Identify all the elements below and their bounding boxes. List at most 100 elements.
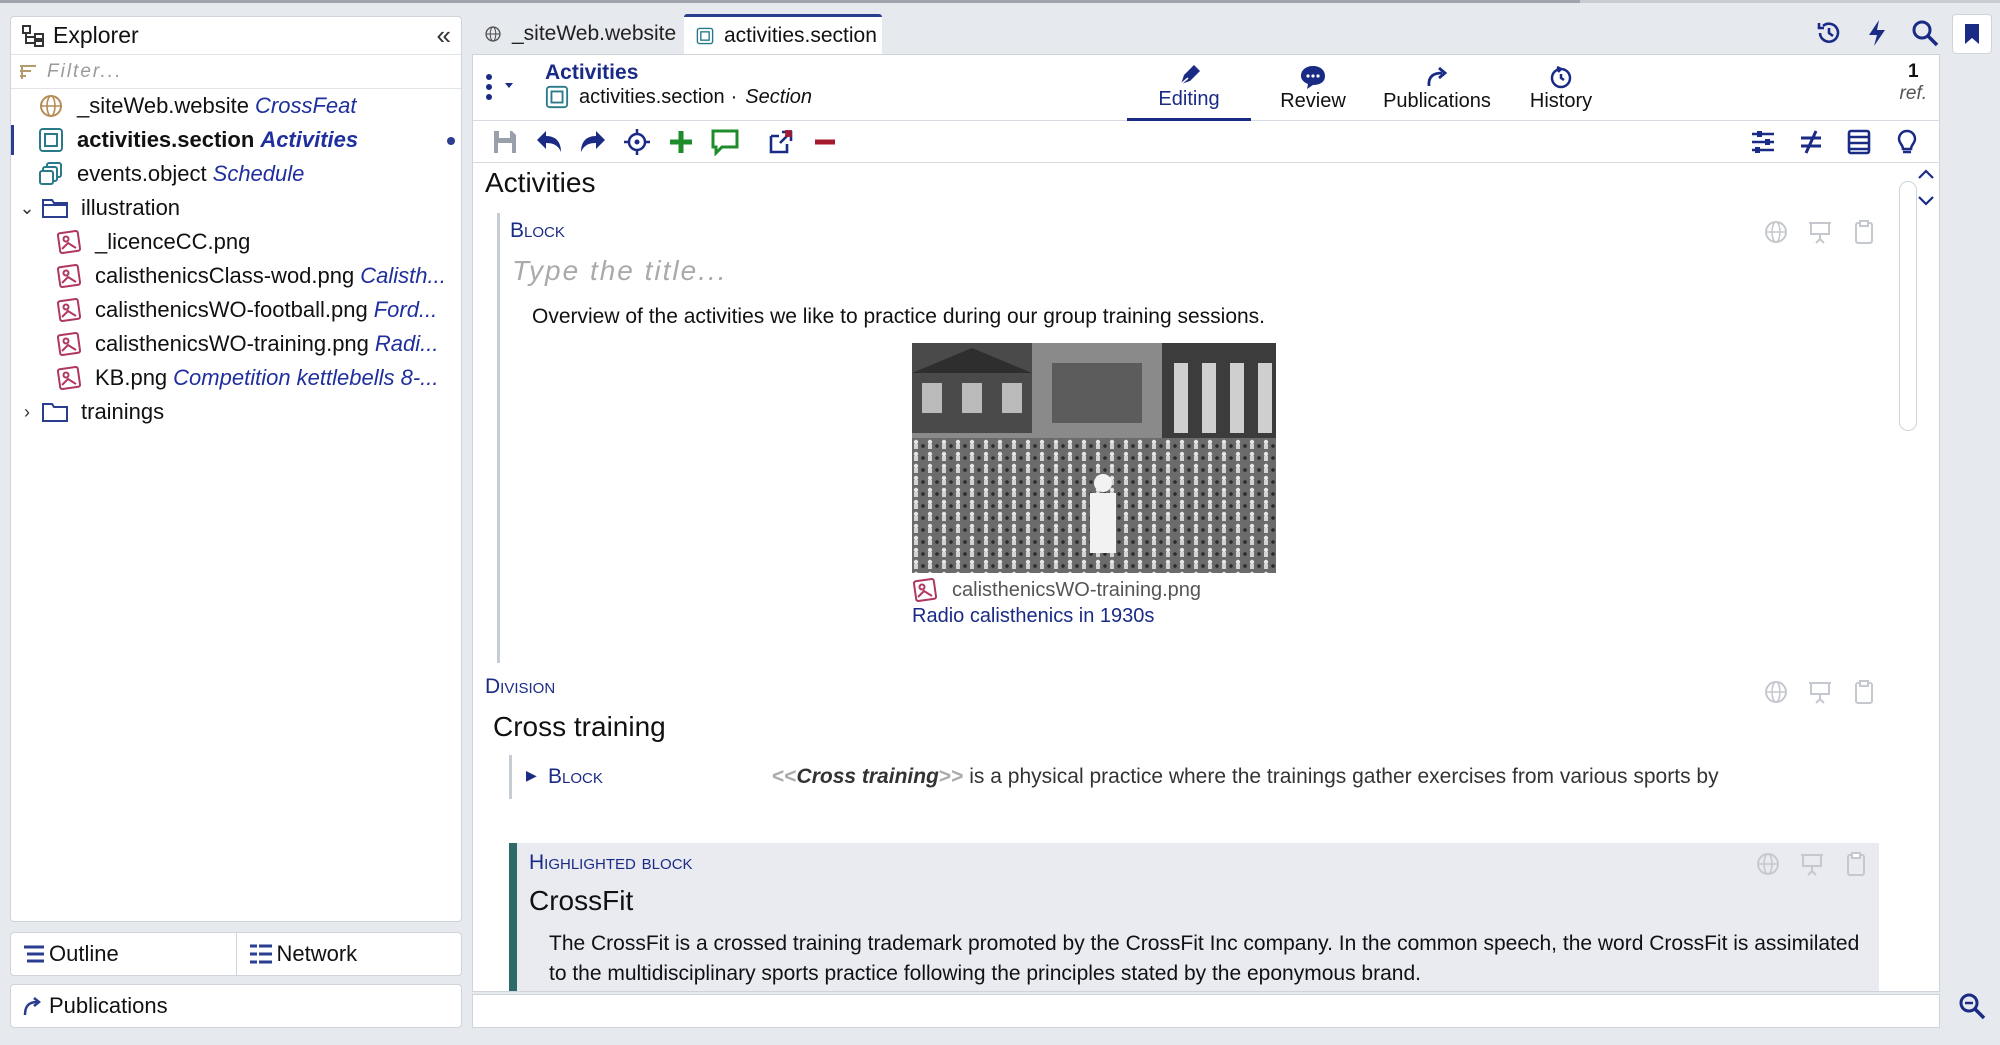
highlighted-title[interactable]: CrossFit — [529, 885, 633, 917]
overview-paragraph[interactable]: Overview of the activities we like to pr… — [532, 305, 1265, 329]
block[interactable]: Block Type the title... Overview of the … — [497, 213, 1877, 663]
clipboard-icon[interactable] — [1851, 219, 1877, 250]
tree-item-events[interactable]: events.object Schedule — [11, 157, 461, 191]
bookmark-button[interactable] — [1952, 14, 1992, 54]
explorer-tree-icon — [21, 23, 47, 49]
term-open-mark: << — [772, 765, 797, 788]
settings-sliders-icon[interactable] — [1741, 124, 1785, 160]
tree-item-sub: Radi... — [374, 331, 439, 356]
save-button[interactable] — [483, 124, 527, 160]
tab-activities[interactable]: activities.section — [684, 14, 882, 54]
globe-icon[interactable] — [1755, 851, 1781, 882]
references-counter[interactable]: 1 ref. — [1900, 61, 1927, 105]
tab-publications-label: Publications — [1383, 89, 1491, 112]
filter-input[interactable] — [45, 59, 445, 84]
highlighted-block[interactable]: Highlighted block CrossFit The CrossFit … — [509, 843, 1879, 991]
tree-item-licence[interactable]: _licenceCC.png — [11, 225, 461, 259]
chevron-down-icon[interactable] — [1916, 193, 1936, 214]
figure[interactable]: calisthenicsWO-training.png Radio calist… — [912, 343, 1276, 628]
content-title[interactable]: Activities — [485, 167, 595, 199]
undo-button[interactable] — [527, 124, 571, 160]
zoom-icon — [1957, 991, 1987, 1021]
comment-button[interactable] — [703, 124, 747, 160]
presentation-icon[interactable] — [1807, 219, 1833, 250]
bookmark-icon — [1962, 22, 1982, 46]
history-icon — [1547, 64, 1575, 90]
tree-item-class-wod[interactable]: calisthenicsClass-wod.png Calisth... — [11, 259, 461, 293]
clipboard-icon[interactable] — [1843, 851, 1869, 882]
collapse-panel-icon[interactable]: « — [437, 20, 451, 51]
image-file-icon — [55, 296, 83, 324]
tree-item-football[interactable]: calisthenicsWO-football.png Ford... — [11, 293, 461, 327]
remove-button[interactable] — [803, 124, 847, 160]
scrollbar-thumb[interactable] — [1899, 181, 1917, 431]
tree-item-sub: Ford... — [373, 297, 438, 322]
presentation-icon[interactable] — [1807, 679, 1833, 710]
collapsed-block[interactable]: ▶ Block <<Cross training>> is a physical… — [509, 755, 1879, 799]
presentation-icon[interactable] — [1799, 851, 1825, 882]
document-type: Section — [745, 85, 813, 108]
tab-editing[interactable]: Editing — [1127, 55, 1251, 121]
caret-right-icon[interactable]: ▶ — [526, 767, 537, 784]
tree-item-siteweb[interactable]: _siteWeb.website CrossFeat — [11, 89, 461, 123]
section-icon — [545, 85, 569, 109]
tree-item-name: calisthenicsWO-football.png — [95, 297, 368, 322]
status-bar — [472, 994, 1940, 1028]
tree-item-name: events.object — [77, 161, 207, 186]
figure-file[interactable]: calisthenicsWO-training.png — [912, 577, 1276, 603]
tree-item-training[interactable]: calisthenicsWO-training.png Radi... — [11, 327, 461, 361]
history-clock-icon[interactable] — [1814, 18, 1844, 48]
external-open-button[interactable] — [759, 124, 803, 160]
globe-icon[interactable] — [1763, 679, 1789, 710]
outline-icon — [23, 944, 45, 964]
tab-history[interactable]: History — [1499, 55, 1623, 121]
tree-item-kb[interactable]: KB.png Competition kettlebells 8-... — [11, 361, 461, 395]
network-icon — [249, 943, 273, 965]
bottom-tabs: Outline Network — [10, 932, 462, 976]
tab-publications[interactable]: Publications — [1375, 55, 1499, 121]
chevron-right-icon[interactable]: › — [17, 402, 37, 423]
chevron-down-icon[interactable]: ⌄ — [17, 198, 37, 219]
more-menu-icon[interactable] — [481, 69, 517, 105]
network-label: Network — [276, 941, 358, 966]
outline-tab[interactable]: Outline — [10, 932, 237, 976]
tab-siteweb[interactable]: _siteWeb.website — [472, 14, 684, 54]
diff-icon[interactable] — [1789, 124, 1833, 160]
section-icon — [696, 27, 714, 45]
tab-review[interactable]: Review — [1251, 55, 1375, 121]
add-button[interactable] — [659, 124, 703, 160]
publications-panel-tab[interactable]: Publications — [10, 984, 462, 1028]
redo-button[interactable] — [571, 124, 615, 160]
term-close-mark: >> — [938, 765, 964, 788]
explorer-header: Explorer « — [11, 17, 461, 55]
title-placeholder[interactable]: Type the title... — [512, 255, 728, 287]
editor-header: Activities activities.section · Section … — [473, 55, 1939, 121]
clipboard-icon[interactable] — [1851, 679, 1877, 710]
image-file-icon — [55, 262, 83, 290]
search-icon[interactable] — [1910, 18, 1940, 48]
tree-item-illustration[interactable]: ⌄ illustration — [11, 191, 461, 225]
figure-caption[interactable]: Radio calisthenics in 1930s — [912, 605, 1276, 628]
globe-icon[interactable] — [1763, 219, 1789, 250]
tree-item-sub: CrossFeat — [255, 93, 357, 118]
tree-item-sub: Competition kettlebells 8-... — [173, 365, 439, 390]
folder-icon — [41, 398, 69, 426]
division-title[interactable]: Cross training — [493, 711, 666, 743]
list-view-icon[interactable] — [1837, 124, 1881, 160]
filter-icon — [19, 63, 37, 81]
block-nav — [1916, 166, 1936, 214]
chevron-up-icon[interactable] — [1916, 166, 1936, 187]
locate-button[interactable] — [615, 124, 659, 160]
pen-icon — [1175, 62, 1203, 88]
ref-count: 1 — [1907, 61, 1919, 82]
ref-label: ref. — [1899, 83, 1927, 104]
zoom-button[interactable] — [1952, 986, 1992, 1026]
lightbulb-icon[interactable] — [1885, 124, 1929, 160]
image-file-icon — [912, 577, 938, 603]
highlighted-paragraph[interactable]: The CrossFit is a crossed training trade… — [549, 929, 1869, 989]
network-tab[interactable]: Network — [236, 932, 462, 976]
lightning-icon[interactable] — [1864, 18, 1890, 48]
tree-item-activities[interactable]: activities.section Activities — [11, 123, 461, 157]
tree-item-trainings[interactable]: › trainings — [11, 395, 461, 429]
highlighted-block-label: Highlighted block — [529, 851, 693, 874]
